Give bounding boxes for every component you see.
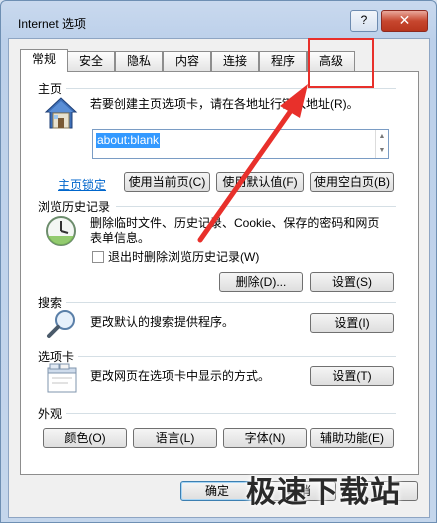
watermark-text: 极速下载站 <box>246 476 401 509</box>
tab-general[interactable]: 常规 <box>20 49 68 72</box>
annotation-arrow-icon <box>197 84 308 243</box>
